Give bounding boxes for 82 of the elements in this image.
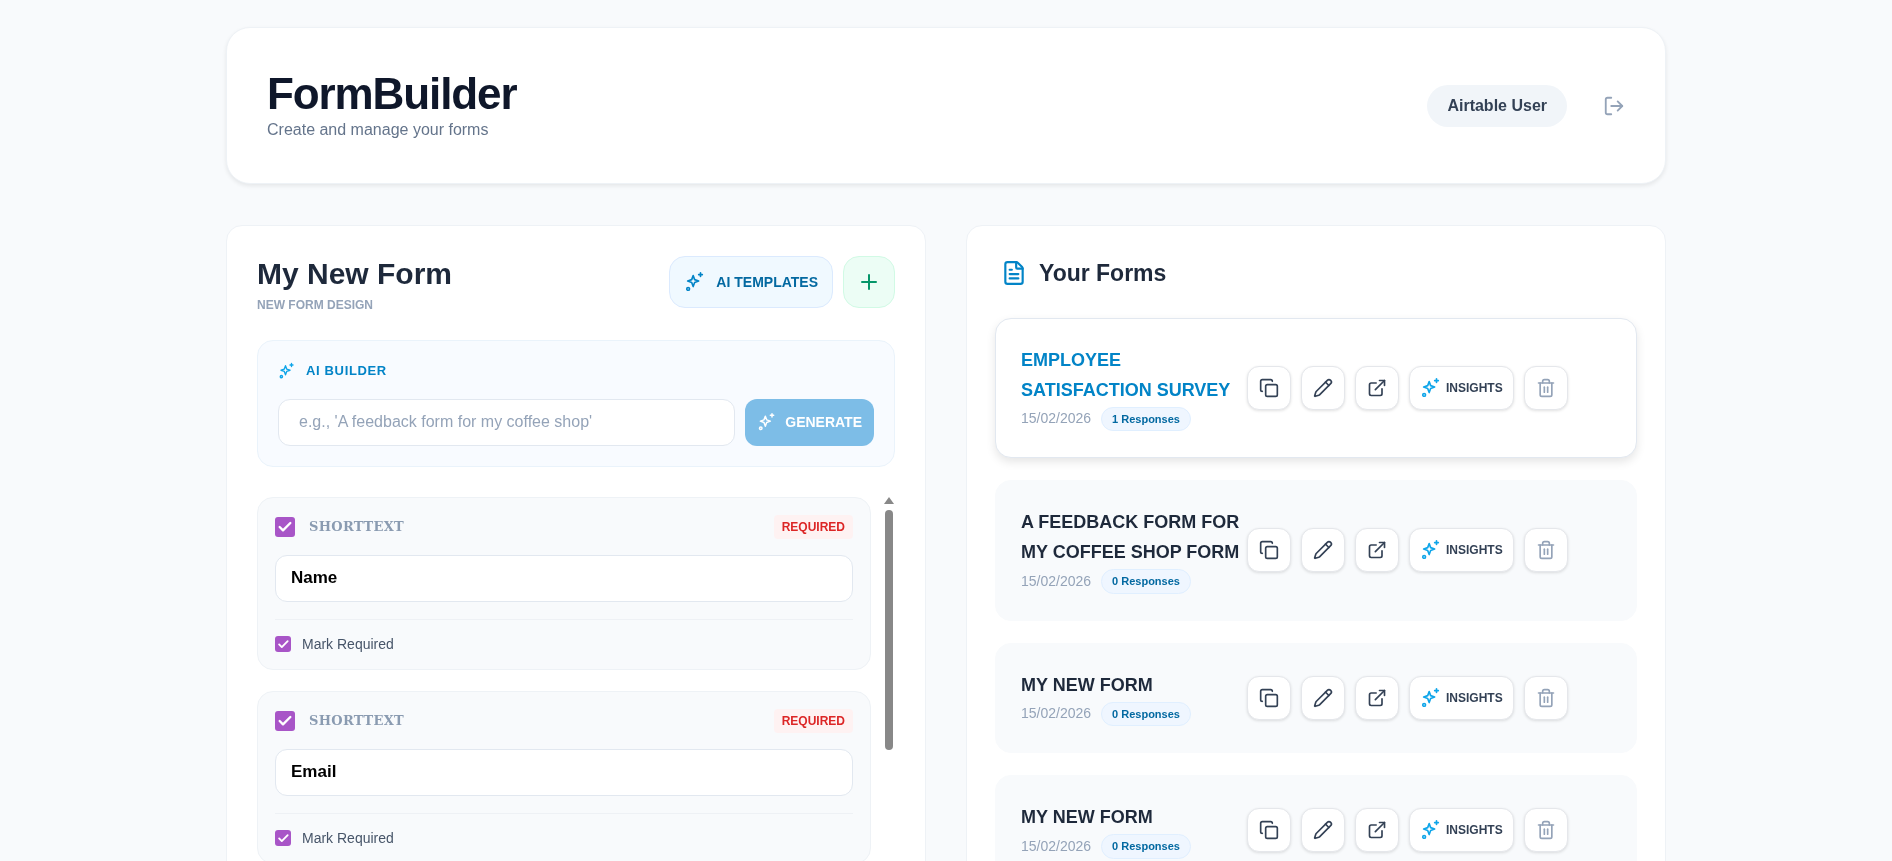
open-link-button[interactable] [1355, 365, 1399, 410]
external-link-icon [1367, 820, 1387, 841]
duplicate-button[interactable] [1247, 365, 1291, 410]
insights-button[interactable]: INSIGHTS [1409, 675, 1514, 720]
sparkle-icon [1420, 376, 1442, 399]
sparkle-icon [1420, 539, 1442, 562]
responses-count: 0 Responses [1101, 701, 1191, 726]
required-tag: REQUIRED [773, 708, 853, 733]
open-link-button[interactable] [1355, 808, 1399, 853]
form-name: My New Form [257, 256, 453, 292]
form-card[interactable]: MY NEW FORM 15/02/2026 0 Responses INSIGHTS [995, 775, 1637, 861]
pencil-icon [1313, 687, 1333, 708]
external-link-icon [1367, 540, 1387, 561]
responses-count: 1 Responses [1101, 406, 1191, 431]
trash-icon [1535, 540, 1556, 561]
logout-icon [1603, 94, 1625, 117]
duplicate-button[interactable] [1247, 528, 1291, 573]
field-type-label: SHORTTEXT [309, 711, 405, 730]
form-title: A FEEDBACK FORM FOR MY COFFEE SHOP FORM [1021, 511, 1241, 564]
field-type-label: SHORTTEXT [309, 517, 405, 536]
logout-button[interactable] [1603, 94, 1625, 117]
form-title: MY NEW FORM [1021, 673, 1154, 697]
forms-heading: Your Forms [1039, 259, 1167, 288]
responses-count: 0 Responses [1101, 834, 1191, 859]
external-link-icon [1367, 377, 1387, 398]
edit-button[interactable] [1301, 675, 1345, 720]
ai-templates-button[interactable]: AI TEMPLATES [669, 256, 833, 308]
form-card[interactable]: EMPLOYEE SATISFACTION SURVEY 15/02/2026 1 Responses INSIGHTS [995, 317, 1637, 458]
edit-button[interactable] [1301, 365, 1345, 410]
user-badge: Airtable User [1427, 84, 1567, 127]
checkbox[interactable] [275, 830, 291, 846]
add-button[interactable] [843, 256, 895, 308]
required-tag: REQUIRED [773, 514, 853, 539]
delete-button[interactable] [1523, 365, 1568, 410]
mark-required-label: Mark Required [302, 828, 394, 848]
app-title: FormBuilder [267, 69, 517, 118]
external-link-icon [1367, 687, 1387, 708]
sparkle-icon [278, 361, 296, 380]
trash-icon [1535, 377, 1556, 398]
insights-button[interactable]: INSIGHTS [1409, 808, 1514, 853]
open-link-button[interactable] [1355, 528, 1399, 573]
form-date: 15/02/2026 [1021, 836, 1092, 856]
form-subtitle: NEW FORM DESIGN [257, 297, 374, 314]
field-label-input[interactable]: Name [275, 554, 853, 602]
form-card[interactable]: A FEEDBACK FORM FOR MY COFFEE SHOP FORM 15/02/2026 0 Responses INSIGHTS [995, 480, 1637, 621]
delete-button[interactable] [1523, 808, 1568, 853]
pencil-icon [1313, 540, 1333, 561]
field-label-input[interactable]: Email [275, 748, 853, 796]
open-link-button[interactable] [1355, 675, 1399, 720]
ai-builder-label: AI BUILDER [306, 362, 387, 380]
document-icon [1001, 260, 1027, 287]
sparkle-icon [1420, 819, 1442, 842]
insights-button[interactable]: INSIGHTS [1409, 528, 1514, 573]
checkbox[interactable] [275, 636, 291, 652]
form-date: 15/02/2026 [1021, 571, 1092, 591]
form-title: EMPLOYEE SATISFACTION SURVEY [1021, 348, 1232, 402]
checkbox[interactable] [275, 710, 295, 731]
insights-button[interactable]: INSIGHTS [1409, 365, 1514, 410]
prompt-field[interactable]: e.g., 'A feedback form for my coffee shop' [278, 398, 736, 446]
delete-button[interactable] [1523, 528, 1568, 573]
copy-icon [1259, 540, 1279, 561]
duplicate-button[interactable] [1247, 808, 1291, 853]
trash-icon [1535, 687, 1556, 708]
form-card[interactable]: MY NEW FORM 15/02/2026 0 Responses INSIGHTS [995, 642, 1637, 753]
duplicate-button[interactable] [1247, 675, 1291, 720]
trash-icon [1535, 820, 1556, 841]
copy-icon [1259, 687, 1279, 708]
app-subtitle: Create and manage your forms [267, 119, 490, 140]
pencil-icon [1313, 377, 1333, 398]
edit-button[interactable] [1301, 528, 1345, 573]
pencil-icon [1313, 820, 1333, 841]
mark-required-label: Mark Required [302, 634, 394, 654]
responses-count: 0 Responses [1101, 569, 1191, 594]
form-date: 15/02/2026 [1021, 704, 1092, 724]
form-date: 15/02/2026 [1021, 409, 1092, 429]
edit-button[interactable] [1301, 808, 1345, 853]
copy-icon [1259, 820, 1279, 841]
checkbox[interactable] [275, 516, 295, 537]
copy-icon [1259, 377, 1279, 398]
sparkle-icon [1420, 686, 1442, 709]
form-title: MY NEW FORM [1021, 806, 1154, 829]
delete-button[interactable] [1523, 675, 1568, 720]
